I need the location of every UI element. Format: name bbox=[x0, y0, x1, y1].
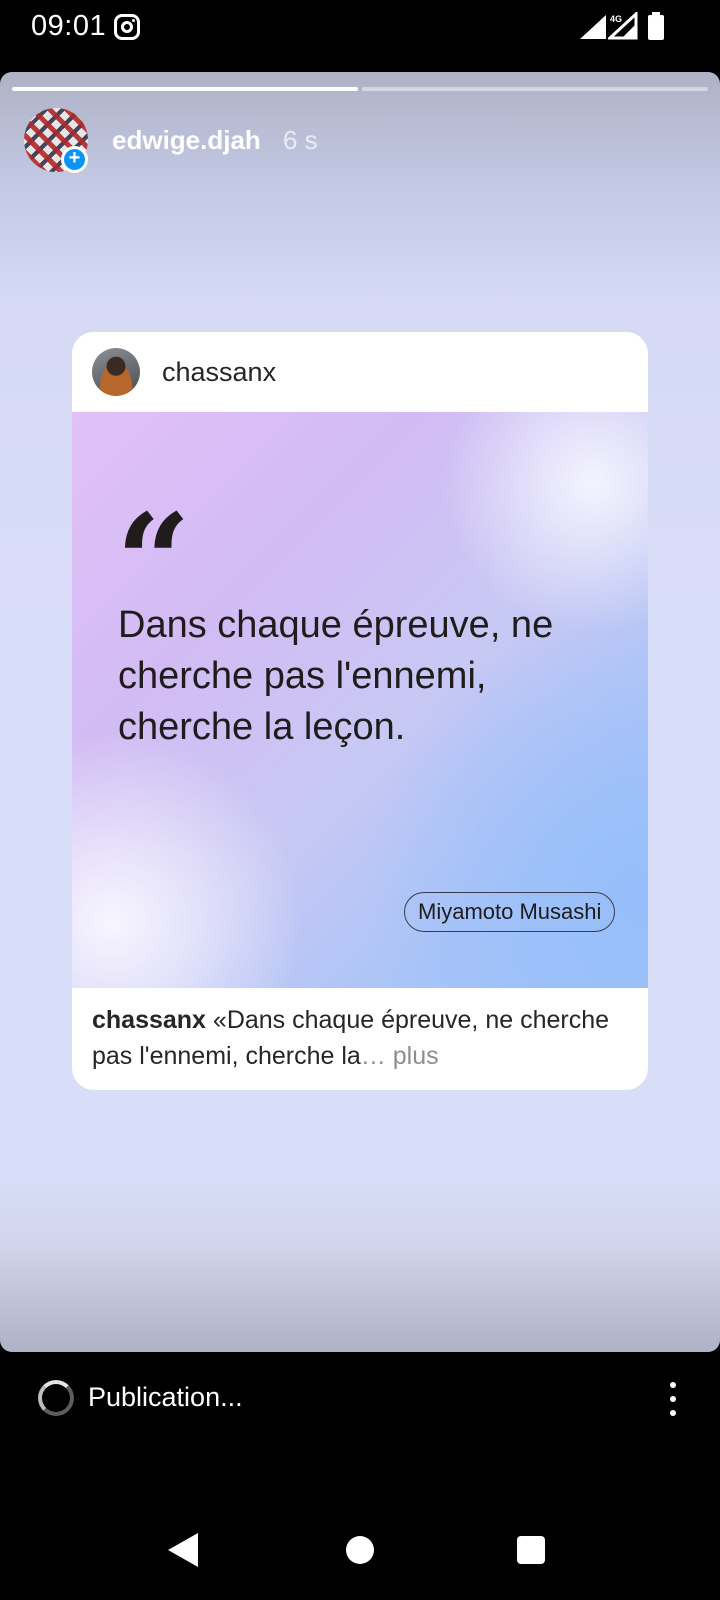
post-header: chassanx bbox=[72, 332, 648, 412]
post-username: chassanx bbox=[162, 357, 277, 387]
story-timestamp: 6 s bbox=[283, 125, 318, 155]
system-nav-bar bbox=[0, 1448, 720, 1600]
post-caption: chassanx «Dans chaque épreuve, ne cherch… bbox=[92, 1002, 632, 1074]
publishing-status: Publication... bbox=[88, 1382, 243, 1412]
add-story-icon[interactable]: + bbox=[61, 146, 88, 173]
recents-icon[interactable] bbox=[517, 1536, 545, 1564]
post-image: “ Dans chaque épreuve, ne cherche pas l'… bbox=[72, 412, 648, 988]
quote-author-label: Miyamoto Musashi bbox=[404, 892, 616, 932]
quote-line: cherche la leçon. bbox=[118, 706, 406, 748]
battery-icon bbox=[648, 12, 664, 40]
story-progress-segment-2 bbox=[362, 87, 708, 91]
home-icon[interactable] bbox=[346, 1536, 374, 1564]
network-type-label: 4G bbox=[610, 14, 623, 24]
story-viewer[interactable]: + edwige.djah 6 s chassanx “ Dans chaque… bbox=[0, 72, 720, 1352]
loading-spinner-icon bbox=[38, 1380, 74, 1416]
quote-line: Dans chaque épreuve, ne bbox=[118, 604, 554, 646]
signal-icon bbox=[580, 15, 606, 39]
status-time: 09:01 bbox=[31, 10, 107, 42]
caption-more-link[interactable]: … plus bbox=[361, 1042, 439, 1070]
shared-post-card[interactable]: chassanx “ Dans chaque épreuve, ne cherc… bbox=[72, 332, 648, 1090]
post-author-avatar bbox=[92, 348, 140, 396]
quote-line: cherche pas l'ennemi, bbox=[118, 655, 487, 697]
back-icon[interactable] bbox=[168, 1533, 198, 1567]
caption-username: chassanx bbox=[92, 1006, 206, 1034]
status-bar: 09:01 4G bbox=[0, 0, 720, 72]
story-footer: Publication... bbox=[0, 1352, 720, 1448]
more-options-icon[interactable] bbox=[658, 1380, 688, 1420]
story-progress-segment-1 bbox=[12, 87, 358, 91]
instagram-icon bbox=[114, 14, 140, 40]
quote-text: Dans chaque épreuve, ne cherche pas l'en… bbox=[118, 600, 618, 753]
story-username[interactable]: edwige.djah bbox=[112, 125, 261, 156]
